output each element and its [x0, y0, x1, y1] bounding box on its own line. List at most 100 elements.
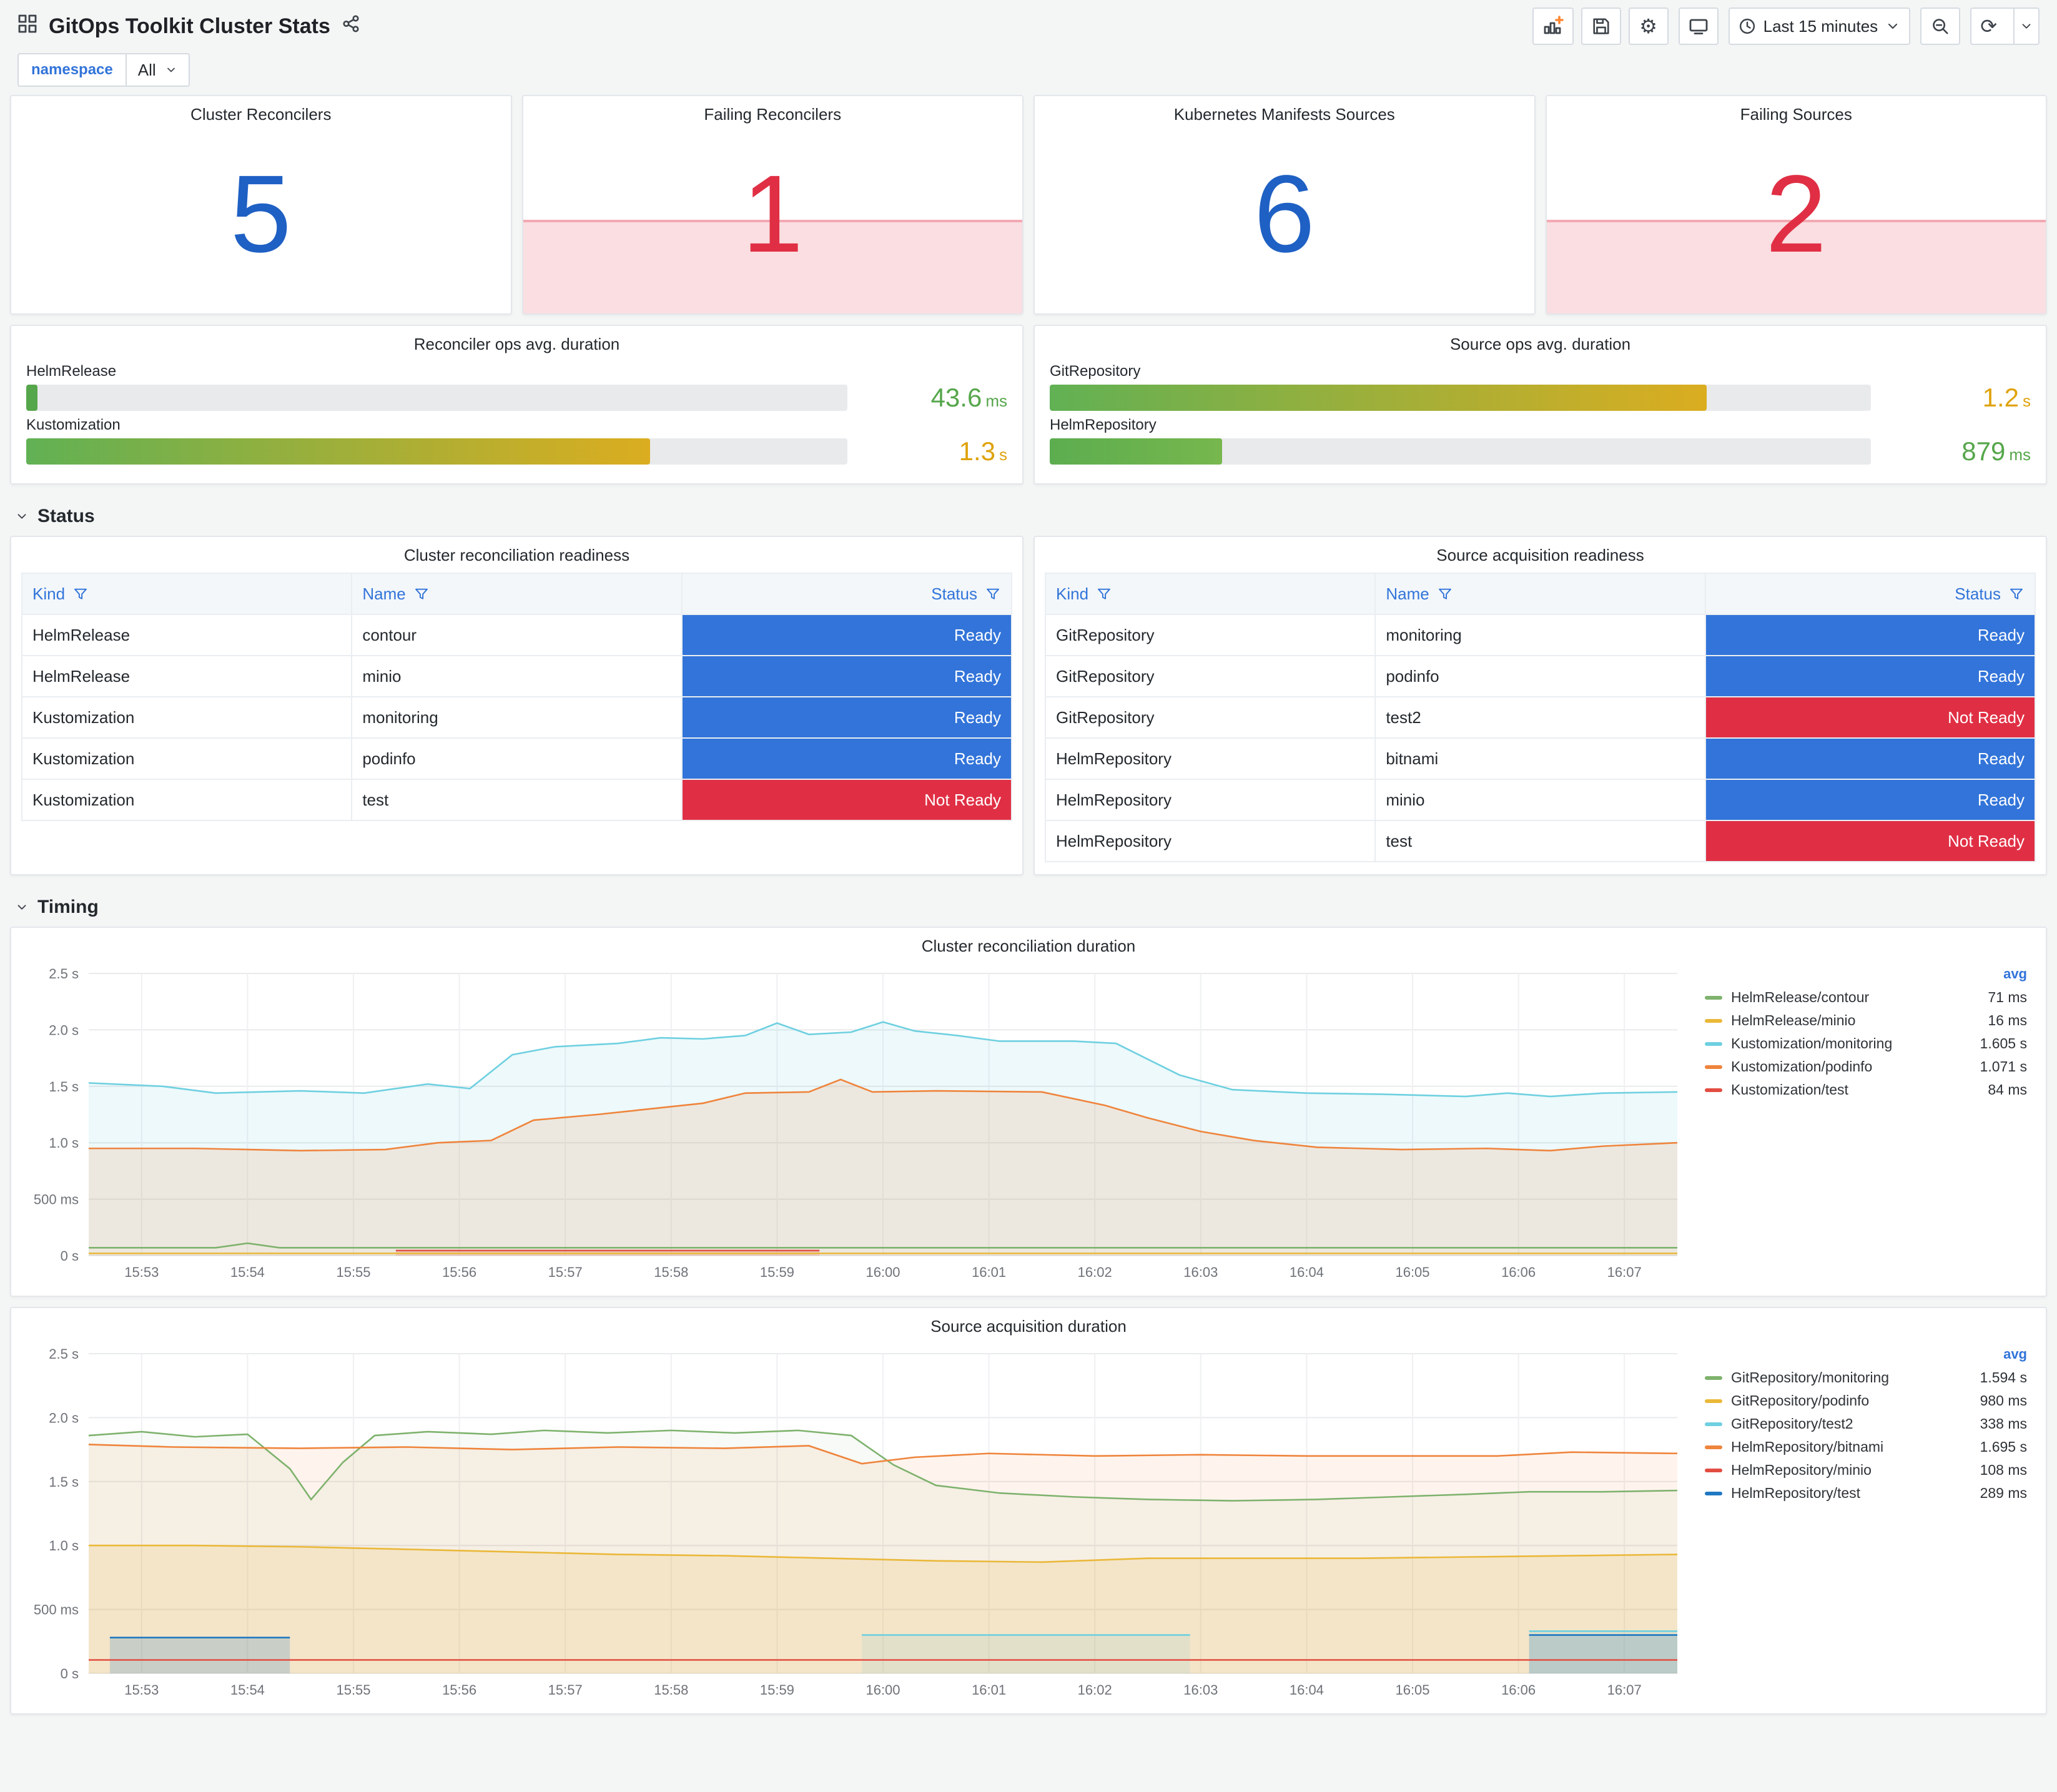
series-color-icon — [1705, 1468, 1722, 1472]
column-header-name[interactable]: Name — [1374, 573, 1706, 615]
column-header-kind[interactable]: Kind — [21, 573, 353, 615]
svg-text:16:01: 16:01 — [972, 1264, 1006, 1280]
table-row: GitRepository monitoring Ready — [1044, 614, 2036, 656]
legend-item[interactable]: GitRepository/test2 338 ms — [1700, 1412, 2032, 1435]
table-row: Kustomization podinfo Ready — [21, 737, 1013, 780]
panel-title[interactable]: Failing Sources — [1547, 96, 2046, 127]
panel-title[interactable]: Source acquisition readiness — [1035, 537, 2046, 568]
panel-title[interactable]: Cluster reconciliation duration — [11, 928, 2046, 958]
svg-text:2.5 s: 2.5 s — [49, 1346, 79, 1362]
namespace-variable-dropdown[interactable]: All — [125, 53, 190, 87]
share-icon[interactable] — [342, 14, 360, 38]
series-name[interactable]: HelmRepository/test — [1731, 1485, 1971, 1502]
stat-value: 5 — [230, 152, 292, 275]
series-name[interactable]: GitRepository/monitoring — [1731, 1369, 1971, 1386]
legend-item[interactable]: Kustomization/podinfo 1.071 s — [1700, 1055, 2032, 1078]
panel-title[interactable]: Failing Reconcilers — [523, 96, 1023, 127]
section-header-timing[interactable]: Timing — [10, 885, 2047, 927]
time-series-plot[interactable]: 0 s 500 ms 1.0 s 1.5 s 2.0 s 2.5 s 15:53 15:54 1… — [21, 961, 1690, 1288]
panel-title[interactable]: Cluster Reconcilers — [11, 96, 511, 127]
column-header-status[interactable]: Status — [1704, 573, 2036, 615]
gauge-label: Kustomization — [26, 416, 121, 433]
stat-value: 6 — [1253, 152, 1315, 275]
namespace-variable-label: namespace — [17, 53, 126, 87]
series-name[interactable]: Kustomization/podinfo — [1731, 1058, 1971, 1075]
filter-icon[interactable] — [1437, 586, 1453, 602]
series-name[interactable]: GitRepository/test2 — [1731, 1415, 1971, 1432]
gauge-row-helmrelease: HelmRelease 43.6 ms — [26, 363, 1007, 413]
gauge-bar — [26, 385, 38, 411]
legend-item[interactable]: GitRepository/monitoring 1.594 s — [1700, 1366, 2032, 1389]
series-name[interactable]: GitRepository/podinfo — [1731, 1392, 1971, 1409]
column-header-kind[interactable]: Kind — [1044, 573, 1376, 615]
legend-item[interactable]: HelmRelease/minio 16 ms — [1700, 1009, 2032, 1032]
svg-text:1.5 s: 1.5 s — [49, 1474, 79, 1490]
panel-title[interactable]: Cluster reconciliation readiness — [11, 537, 1022, 568]
series-name[interactable]: HelmRelease/minio — [1731, 1012, 1979, 1029]
refresh-icon[interactable]: ⟳ — [1971, 9, 2006, 44]
legend-item[interactable]: GitRepository/podinfo 980 ms — [1700, 1389, 2032, 1412]
panel-title[interactable]: Source ops avg. duration — [1035, 326, 2046, 357]
legend-item[interactable]: HelmRepository/bitnami 1.695 s — [1700, 1435, 2032, 1459]
filter-icon[interactable] — [413, 586, 430, 602]
column-header-status[interactable]: Status — [681, 573, 1013, 615]
tv-mode-button[interactable] — [1678, 7, 1719, 45]
table-header-row: Kind Name Status — [1044, 573, 2036, 615]
status-cell: Ready — [1704, 737, 2036, 780]
kind-cell: HelmRepository — [1044, 737, 1376, 780]
series-color-icon — [1705, 1491, 1722, 1495]
name-cell: podinfo — [1374, 655, 1706, 697]
add-panel-button[interactable] — [1532, 7, 1574, 45]
panel-title[interactable]: Reconciler ops avg. duration — [11, 326, 1022, 357]
column-header-name[interactable]: Name — [351, 573, 683, 615]
series-avg-value: 108 ms — [1980, 1462, 2027, 1478]
legend-item[interactable]: Kustomization/test 84 ms — [1700, 1078, 2032, 1101]
gauge-label: GitRepository — [1050, 363, 1141, 380]
series-name[interactable]: HelmRepository/bitnami — [1731, 1439, 1971, 1455]
series-name[interactable]: Kustomization/test — [1731, 1081, 1979, 1098]
legend-item[interactable]: HelmRepository/minio 108 ms — [1700, 1459, 2032, 1482]
section-header-status[interactable]: Status — [10, 495, 2047, 536]
svg-text:16:02: 16:02 — [1078, 1264, 1112, 1280]
gear-icon: ⚙ — [1639, 15, 1657, 37]
svg-text:15:58: 15:58 — [654, 1264, 688, 1280]
svg-text:16:06: 16:06 — [1501, 1264, 1536, 1280]
stats-row: Cluster Reconcilers 5 Failing Reconciler… — [10, 95, 2047, 315]
legend-item[interactable]: HelmRepository/test 289 ms — [1700, 1482, 2032, 1505]
filter-icon[interactable] — [1096, 586, 1112, 602]
series-avg-value: 1.605 s — [1980, 1035, 2027, 1051]
dashboard-grid-icon[interactable] — [17, 14, 37, 39]
legend-item[interactable]: HelmRelease/contour 71 ms — [1700, 986, 2032, 1009]
panel-title[interactable]: Source acquisition duration — [11, 1308, 2046, 1339]
status-badge: Ready — [1705, 656, 2035, 696]
settings-button[interactable]: ⚙ — [1628, 7, 1669, 45]
time-range-picker[interactable]: Last 15 minutes — [1728, 7, 1911, 45]
refresh-interval-chevron-icon[interactable] — [2013, 9, 2038, 44]
kind-cell: HelmRelease — [21, 614, 353, 656]
gauge-value: 879 ms — [1961, 436, 2031, 466]
filter-icon[interactable] — [72, 586, 89, 602]
zoom-out-button[interactable] — [1920, 7, 1961, 45]
panel-title[interactable]: Kubernetes Manifests Sources — [1035, 96, 1534, 127]
gauge-value: 43.6 ms — [930, 383, 1007, 412]
filter-icon[interactable] — [985, 586, 1001, 602]
gauge-track — [26, 385, 847, 411]
status-cell: Not Ready — [1704, 820, 2036, 862]
stat-panel-cluster-reconcilers: Cluster Reconcilers 5 — [10, 95, 512, 315]
time-series-plot[interactable]: 0 s 500 ms 1.0 s 1.5 s 2.0 s 2.5 s 15:53 15:54 1… — [21, 1341, 1690, 1706]
svg-text:2.0 s: 2.0 s — [49, 1022, 79, 1038]
stat-panel-failing-sources: Failing Sources 2 — [1545, 95, 2047, 315]
filter-icon[interactable] — [2008, 586, 2025, 602]
series-name[interactable]: HelmRelease/contour — [1731, 989, 1979, 1006]
gauge-track — [1050, 385, 1871, 411]
name-cell: contour — [351, 614, 683, 656]
status-badge: Ready — [682, 697, 1011, 737]
readiness-table: Kind Name Status GitRepository monitoring… — [1044, 573, 2036, 862]
series-name[interactable]: HelmRepository/minio — [1731, 1462, 1971, 1479]
legend-avg-header[interactable]: avg — [1700, 963, 2032, 986]
legend-avg-header[interactable]: avg — [1700, 1344, 2032, 1366]
legend-item[interactable]: Kustomization/monitoring 1.605 s — [1700, 1032, 2032, 1055]
series-name[interactable]: Kustomization/monitoring — [1731, 1035, 1971, 1052]
name-cell: test — [351, 779, 683, 821]
save-button[interactable] — [1581, 7, 1621, 45]
